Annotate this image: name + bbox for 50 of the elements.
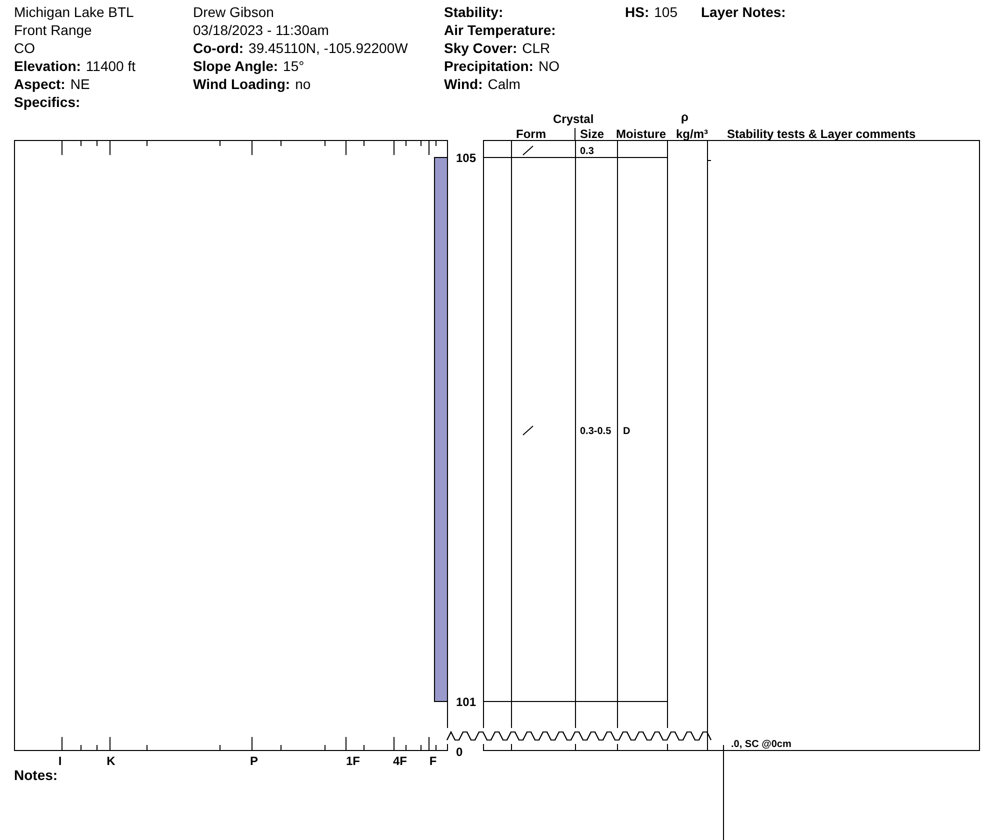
field-value: NO bbox=[538, 57, 560, 75]
column-heading: Size bbox=[580, 126, 604, 143]
column-heading: ρ bbox=[681, 109, 688, 126]
stability-test-result: .0, SC @0cm bbox=[731, 738, 792, 752]
column-heading: Crystal bbox=[553, 111, 594, 128]
field-value: Calm bbox=[488, 75, 520, 93]
field-value: Front Range bbox=[14, 21, 92, 39]
field-label: Sky Cover: bbox=[444, 39, 518, 57]
field-value: Drew Gibson bbox=[193, 3, 274, 21]
axis-label: K bbox=[106, 753, 116, 770]
height-label: 0 bbox=[456, 744, 463, 761]
field-label: Elevation: bbox=[14, 57, 81, 75]
crystal-size: 0.3-0.5 bbox=[580, 425, 612, 439]
moisture-value: D bbox=[623, 425, 630, 439]
axis-label: F bbox=[429, 753, 437, 770]
field-value: NE bbox=[70, 75, 90, 93]
column-heading: Stability tests & Layer comments bbox=[727, 126, 916, 143]
field-label: Specifics: bbox=[14, 93, 80, 111]
slash-form-icon bbox=[522, 426, 534, 436]
field-value: 03/18/2023 - 11:30am bbox=[193, 21, 329, 39]
crystal-size: 0.3 bbox=[580, 145, 594, 159]
field-value: no bbox=[295, 75, 311, 93]
field-value: 39.45110N, -105.92200W bbox=[248, 39, 408, 57]
column-heading: kg/m³ bbox=[676, 126, 708, 143]
field-value: 105 bbox=[654, 3, 678, 21]
field-value: Michigan Lake BTL bbox=[14, 3, 134, 21]
height-label: 105 bbox=[456, 150, 476, 167]
field-value: 11400 ft bbox=[86, 57, 136, 75]
axis-label: I bbox=[58, 753, 62, 770]
field-label: Precipitation: bbox=[444, 57, 534, 75]
field-value: CLR bbox=[522, 39, 550, 57]
axis-label: P bbox=[250, 753, 258, 770]
field-label: Wind Loading: bbox=[193, 75, 290, 93]
column-heading: Moisture bbox=[616, 126, 666, 143]
field-label: Aspect: bbox=[14, 75, 66, 93]
slash-form-icon bbox=[522, 146, 534, 156]
field-label: Air Temperature: bbox=[444, 21, 556, 39]
axis-label: 1F bbox=[346, 753, 360, 770]
height-label: 101 bbox=[456, 694, 476, 711]
axis-label: 4F bbox=[393, 753, 407, 770]
field-label: Stability: bbox=[444, 3, 504, 21]
notes-label: Notes: bbox=[14, 766, 58, 785]
field-label: HS: bbox=[625, 3, 650, 21]
field-label: Co-ord: bbox=[193, 39, 244, 57]
field-label: Layer Notes: bbox=[701, 3, 786, 21]
field-value: CO bbox=[14, 39, 35, 57]
field-value: 15° bbox=[283, 57, 304, 75]
field-label: Wind: bbox=[444, 75, 483, 93]
field-label: Slope Angle: bbox=[193, 57, 278, 75]
column-heading: Form bbox=[516, 126, 546, 143]
